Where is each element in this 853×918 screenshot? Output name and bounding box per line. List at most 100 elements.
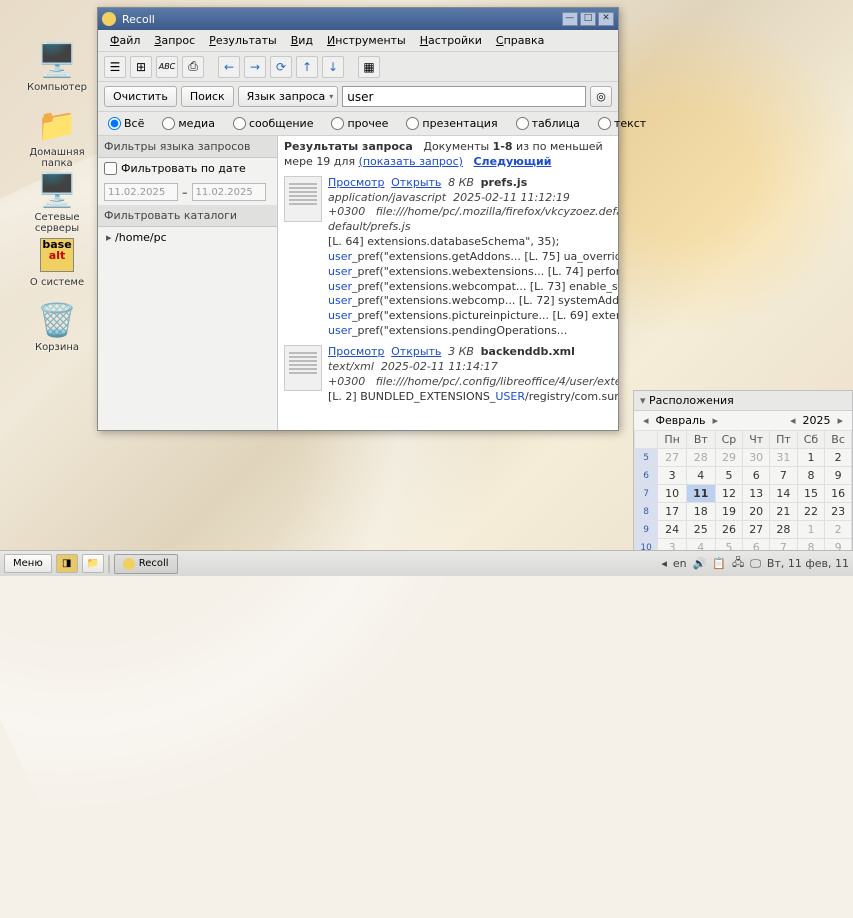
calendar-day[interactable]: 10 [658,485,687,503]
minimize-button[interactable]: — [562,12,578,26]
filter-radio[interactable] [331,117,344,130]
menu-инструменты[interactable]: Инструменты [321,32,412,49]
calendar-day[interactable]: 2 [825,449,852,467]
calendar-day[interactable]: 17 [658,503,687,521]
calendar-day[interactable]: 13 [743,485,770,503]
calendar-day[interactable]: 7 [770,467,798,485]
calendar-day[interactable]: 3 [658,467,687,485]
volume-icon[interactable]: 🔊 [693,557,707,570]
filter-таблица[interactable]: таблица [516,117,580,130]
menu-файл[interactable]: Файл [104,32,146,49]
calendar-day[interactable]: 16 [825,485,852,503]
show-query-link[interactable]: (показать запрос) [359,155,463,168]
calendar-day[interactable]: 12 [715,485,743,503]
abc-icon[interactable]: ABC [156,56,178,78]
menu-результаты[interactable]: Результаты [203,32,283,49]
back-icon[interactable]: ← [218,56,240,78]
calendar-day[interactable]: 22 [797,503,824,521]
file-manager-button[interactable]: 📁 [82,554,104,573]
filter-radio[interactable] [406,117,419,130]
date-from-input[interactable] [104,183,178,201]
filter-презентация[interactable]: презентация [406,117,497,130]
clipboard-icon[interactable]: 📋 [712,557,726,570]
calendar-day[interactable]: 20 [743,503,770,521]
open-link[interactable]: Открыть [391,345,441,358]
menu-вид[interactable]: Вид [285,32,319,49]
titlebar[interactable]: Recoll — □ ✕ [98,8,618,30]
desktop-icon[interactable]: 📁Домашняя папка [22,105,92,169]
calendar-day[interactable]: 29 [715,449,743,467]
show-desktop-button[interactable]: ◨ [56,554,78,573]
calendar-day[interactable]: 25 [687,521,716,539]
go-button[interactable]: ◎ [590,86,612,107]
filter-прочее[interactable]: прочее [331,117,388,130]
lang-indicator[interactable]: en [673,557,687,570]
menu-справка[interactable]: Справка [490,32,550,49]
calendar-day[interactable]: 15 [797,485,824,503]
desktop-icon[interactable]: 🖥️Сетевые серверы [22,170,92,234]
desktop-icon[interactable]: 🗑️Корзина [22,300,92,353]
search-button[interactable]: Поиск [181,86,234,107]
filter-radio[interactable] [162,117,175,130]
filter-radio[interactable] [233,117,246,130]
calendar-day[interactable]: 27 [743,521,770,539]
calendar-day[interactable]: 18 [687,503,716,521]
calendar-day[interactable]: 26 [715,521,743,539]
date-to-input[interactable] [192,183,266,201]
menu-button[interactable]: Меню [4,554,52,573]
next-year-icon[interactable]: ▸ [834,414,846,427]
tray-separator-icon[interactable]: ◂ [661,557,667,570]
calendar-day[interactable]: 31 [770,449,798,467]
calendar-day[interactable]: 8 [797,467,824,485]
up-icon[interactable]: ↑ [296,56,318,78]
close-button[interactable]: ✕ [598,12,614,26]
calendar-day[interactable]: 9 [825,467,852,485]
calendar-day[interactable]: 14 [770,485,798,503]
calendar-day[interactable]: 2 [825,521,852,539]
desktop-icon[interactable]: basealtО системе [22,235,92,288]
preview-link[interactable]: Просмотр [328,176,384,189]
clear-button[interactable]: Очистить [104,86,177,107]
search-input[interactable] [342,86,586,107]
calendar-day[interactable]: 30 [743,449,770,467]
prev-month-icon[interactable]: ◂ [640,414,652,427]
calendar-day[interactable]: 1 [797,449,824,467]
filter-radio[interactable] [516,117,529,130]
calendar-day[interactable]: 21 [770,503,798,521]
task-recoll[interactable]: Recoll [114,554,178,574]
table-icon[interactable]: ▦ [358,56,380,78]
display-icon[interactable]: 🖵 [750,557,761,571]
calendar-day[interactable]: 24 [658,521,687,539]
calendar-day[interactable]: 6 [743,467,770,485]
filter-radio[interactable] [108,117,121,130]
preview-link[interactable]: Просмотр [328,345,384,358]
filter-медиа[interactable]: медиа [162,117,215,130]
grid-view-icon[interactable]: ⊞ [130,56,152,78]
calendar-day[interactable]: 28 [687,449,716,467]
open-link[interactable]: Открыть [391,176,441,189]
refresh-icon[interactable]: ⟳ [270,56,292,78]
network-icon[interactable]: 🖧 [732,554,744,573]
panel-header[interactable]: Расположения [634,391,852,411]
date-filter-checkbox[interactable] [104,162,117,175]
calendar-day[interactable]: 27 [658,449,687,467]
filter-radio[interactable] [598,117,611,130]
desktop-icon[interactable]: 🖥️Компьютер [22,40,92,93]
next-month-icon[interactable]: ▸ [710,414,722,427]
filter-Всё[interactable]: Всё [108,117,144,130]
filter-сообщение[interactable]: сообщение [233,117,314,130]
clock[interactable]: Вт, 11 фев, 11 [767,557,849,570]
menu-настройки[interactable]: Настройки [414,32,488,49]
maximize-button[interactable]: □ [580,12,596,26]
prev-year-icon[interactable]: ◂ [787,414,799,427]
tree-item-home[interactable]: /home/pc [98,227,277,248]
print-icon[interactable]: ⎙ [182,56,204,78]
down-icon[interactable]: ↓ [322,56,344,78]
calendar-day[interactable]: 28 [770,521,798,539]
query-language-dropdown[interactable]: Язык запроса [238,86,339,107]
next-page-link[interactable]: Следующий [473,155,551,168]
list-view-icon[interactable]: ☰ [104,56,126,78]
menu-запрос[interactable]: Запрос [148,32,201,49]
calendar-day[interactable]: 4 [687,467,716,485]
filter-текст[interactable]: текст [598,117,646,130]
